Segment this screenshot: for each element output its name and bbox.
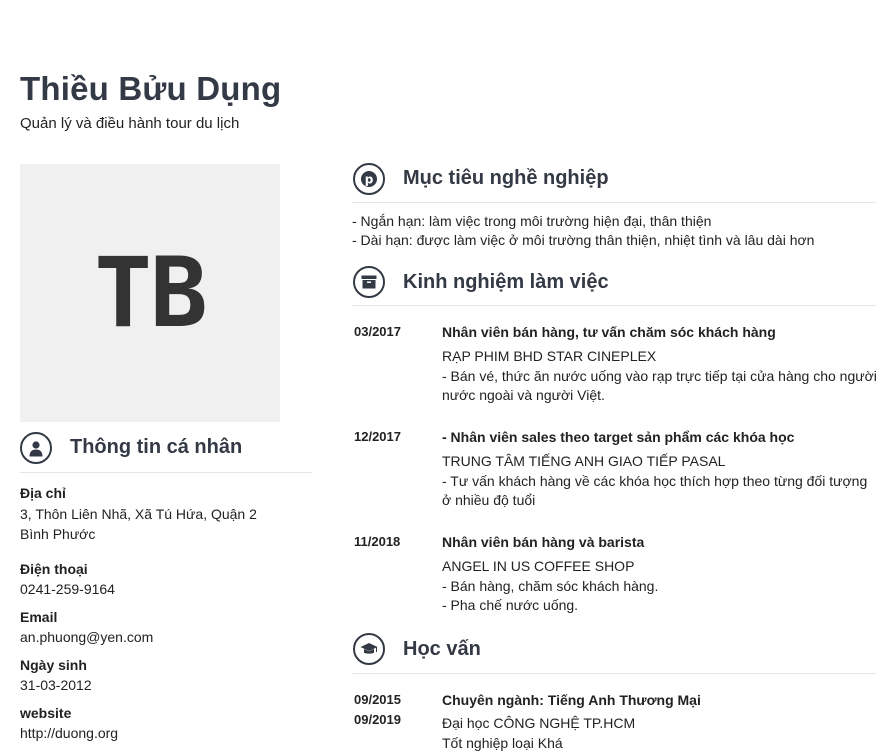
website-value: http://duong.org [20,725,119,741]
experience-date: 03/2017 [354,324,401,339]
pinterest-icon: p [353,163,385,195]
svg-text:p: p [365,173,374,187]
avatar: TB [20,164,280,422]
personal-section-title: Thông tin cá nhân [70,436,243,458]
experience-date: 12/2017 [354,429,401,444]
education-note: Tốt nghiệp loại Khá [442,735,563,751]
education-date-end: 09/2019 [354,712,401,727]
experience-company: TRUNG TÂM TIẾNG ANH GIAO TIẾP PASAL [442,453,726,469]
experience-company: ANGEL IN US COFFEE SHOP [442,558,635,574]
education-section-title: Học vấn [403,638,481,660]
experience-date: 11/2018 [354,534,401,549]
experience-title: Nhân viên bán hàng và barista [442,534,645,550]
experience-title: Nhân viên bán hàng, tư vấn chăm sóc khác… [442,324,776,340]
address-line2: Bình Phước [20,526,96,542]
objective-line: - Ngắn hạn: làm việc trong môi trường hi… [352,213,712,229]
experience-desc: - Bán hàng, chăm sóc khách hàng. [442,578,659,594]
divider [352,202,876,203]
experience-section-title: Kinh nghiệm làm việc [403,271,609,293]
experience-title: - Nhân viên sales theo target sản phẩm c… [442,429,795,445]
archive-icon [353,266,385,298]
phone-label: Điện thoại [20,561,88,577]
email-label: Email [20,609,58,625]
graduation-cap-icon [353,633,385,665]
objective-section-title: Mục tiêu nghề nghiệp [403,167,609,189]
divider [352,305,876,306]
education-date-start: 09/2015 [354,692,401,707]
phone-value: 0241-259-9164 [20,581,115,597]
birthday-value: 31-03-2012 [20,677,92,693]
education-major: Chuyên ngành: Tiếng Anh Thương Mại [442,692,701,708]
avatar-initials: TB [94,237,208,349]
experience-desc: - Tư vấn khách hàng về các khóa học thíc… [442,473,868,489]
address-label: Địa chỉ [20,485,66,501]
experience-desc: - Pha chế nước uống. [442,597,579,613]
address-line1: 3, Thôn Liên Nhã, Xã Tú Hứa, Quận 2 [20,506,257,522]
birthday-label: Ngày sinh [20,657,87,673]
experience-desc: ở nhiều độ tuổi [442,492,536,508]
experience-desc: - Bán vé, thức ăn nước uống vào rạp trực… [442,368,877,384]
email-value: an.phuong@yen.com [20,629,154,645]
job-title: Quản lý và điều hành tour du lịch [20,115,240,132]
website-label: website [20,705,72,721]
education-school: Đại học CÔNG NGHỆ TP.HCM [442,715,636,731]
divider [20,472,312,473]
objective-line: - Dài hạn: được làm việc ở môi trường th… [352,232,815,248]
user-icon [20,432,52,464]
experience-desc: nước ngoài và người Việt. [442,387,605,403]
candidate-name: Thiều Bửu Dụng [20,70,282,107]
experience-company: RẠP PHIM BHD STAR CINEPLEX [442,348,657,364]
divider [352,673,876,674]
